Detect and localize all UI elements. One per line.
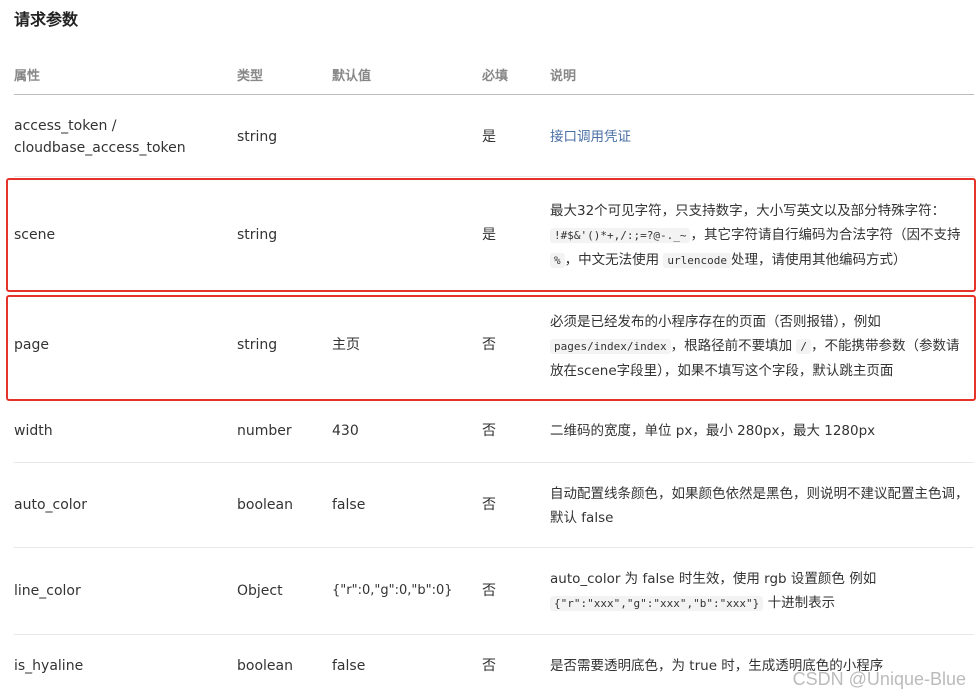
param-type: number (237, 423, 292, 439)
param-required: 否 (482, 497, 496, 513)
section-title: 请求参数 (14, 10, 79, 29)
header-required: 必填 (482, 69, 509, 84)
param-name: width (14, 423, 53, 439)
row-divider (14, 634, 974, 635)
param-name: is_hyaline (14, 658, 84, 674)
param-required: 是 (482, 129, 496, 145)
param-default: false (332, 658, 366, 674)
param-name-line2: cloudbase_access_token (14, 140, 186, 156)
code-rgb: {"r":"xxx","g":"xxx","b":"xxx"} (550, 596, 764, 611)
param-name: auto_color (14, 497, 87, 513)
param-type: string (237, 129, 278, 145)
header-name: 属性 (14, 69, 41, 84)
param-desc: auto_color 为 false 时生效，使用 rgb 设置颜色 例如 {"… (550, 571, 877, 611)
param-name: access_token / cloudbase_access_token (14, 115, 186, 159)
param-desc: 接口调用凭证 (550, 129, 631, 145)
highlight-box-scene (6, 178, 976, 292)
param-name: line_color (14, 583, 81, 599)
row-divider (14, 462, 974, 463)
param-name-line1: access_token / (14, 118, 117, 134)
row-divider (14, 547, 974, 548)
watermark: CSDN @Unique-Blue (792, 669, 966, 689)
header-default: 默认值 (332, 69, 372, 84)
param-type: boolean (237, 658, 293, 674)
param-default: false (332, 497, 366, 513)
param-type: Object (237, 583, 283, 599)
param-required: 否 (482, 583, 496, 599)
param-default: 430 (332, 423, 359, 439)
header-type: 类型 (237, 69, 264, 84)
header-divider (14, 94, 974, 95)
header-desc: 说明 (550, 69, 577, 84)
param-type: boolean (237, 497, 293, 513)
param-desc: 二维码的宽度，单位 px，最小 280px，最大 1280px (550, 423, 876, 439)
param-default: {"r":0,"g":0,"b":0} (332, 583, 453, 598)
param-required: 否 (482, 423, 496, 439)
param-desc: 自动配置线条颜色，如果颜色依然是黑色，则说明不建议配置主色调，默认 false (550, 486, 969, 526)
param-required: 否 (482, 658, 496, 674)
highlight-box-page (6, 295, 976, 401)
row-divider (14, 176, 974, 177)
